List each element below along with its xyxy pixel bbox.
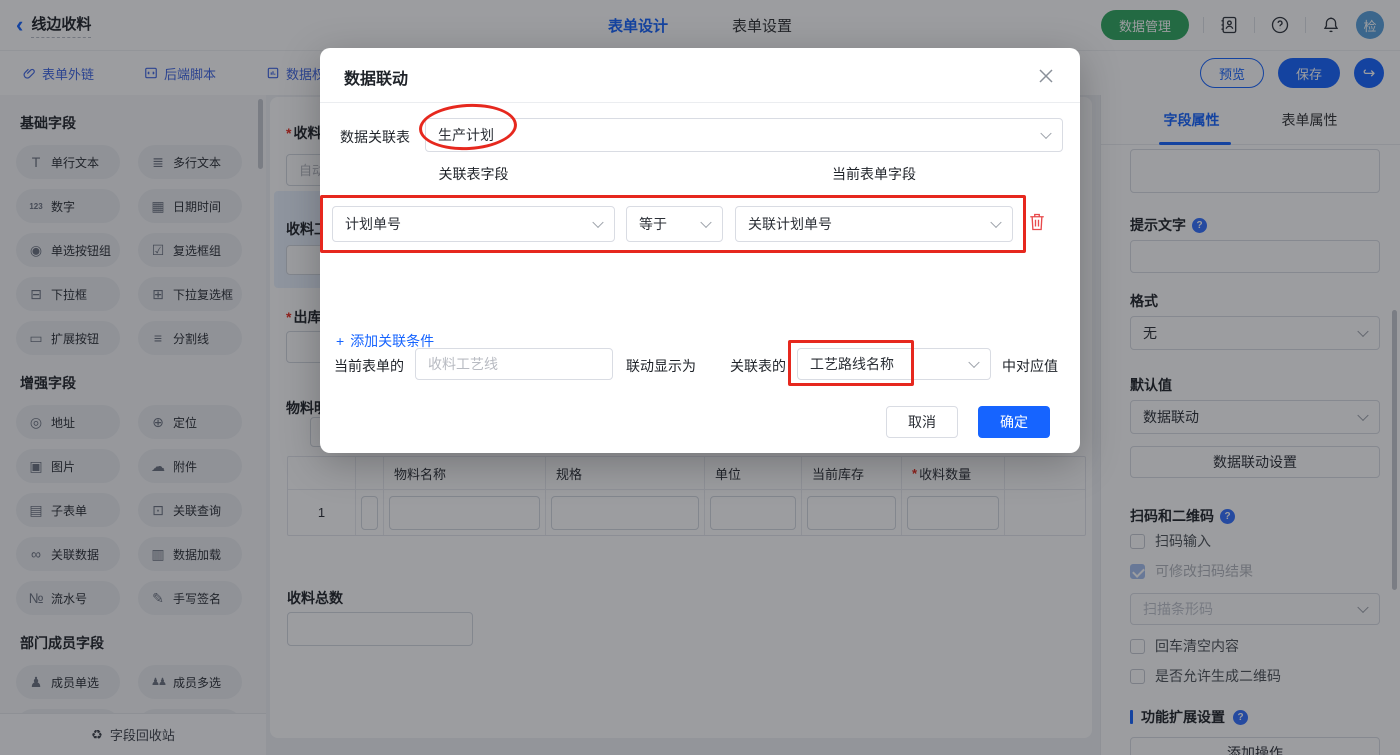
modal-header-divider	[320, 102, 1080, 103]
condition-target-select[interactable]: 关联计划单号	[735, 206, 1013, 242]
current-field-column-header: 当前表单字段	[832, 166, 916, 182]
condition-operator-select[interactable]: 等于	[626, 206, 723, 242]
modal-title: 数据联动	[344, 71, 409, 88]
confirm-button[interactable]: 确定	[978, 406, 1050, 438]
chevron-down-icon	[700, 216, 712, 229]
current-field-input[interactable]	[415, 348, 613, 380]
current-form-label: 当前表单的	[334, 358, 404, 374]
cancel-button[interactable]: 取消	[886, 406, 958, 438]
chevron-down-icon	[968, 356, 980, 369]
plus-icon: +	[336, 333, 345, 349]
condition-field-select[interactable]: 计划单号	[332, 206, 615, 242]
suffix-label: 中对应值	[1002, 358, 1058, 374]
linked-table-label: 关联表的	[730, 358, 786, 374]
linked-field-column-header: 关联表字段	[438, 166, 509, 182]
chevron-down-icon	[990, 216, 1002, 229]
chevron-down-icon	[592, 216, 604, 229]
data-linkage-modal: 数据联动 数据关联表 生产计划 关联表字段 当前表单字段 计划单号 等于 关联计…	[320, 48, 1080, 453]
display-as-label: 联动显示为	[626, 358, 696, 374]
app-root: ‹ 线边收料 表单设计 表单设置 数据管理 检 表单外链 后端脚本 数据权限 预…	[0, 0, 1400, 755]
close-icon[interactable]	[1034, 64, 1058, 88]
chevron-down-icon	[1040, 127, 1052, 140]
linked-display-field-select[interactable]: 工艺路线名称	[797, 348, 991, 380]
link-table-select[interactable]: 生产计划	[425, 118, 1063, 152]
delete-condition-icon[interactable]	[1028, 212, 1048, 234]
link-table-label: 数据关联表	[340, 129, 410, 145]
